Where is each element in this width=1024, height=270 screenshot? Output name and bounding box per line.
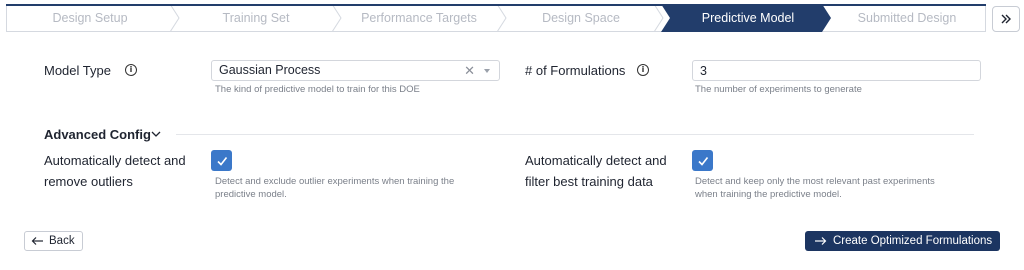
arrow-right-icon bbox=[815, 237, 827, 245]
training-data-checkbox[interactable] bbox=[692, 150, 713, 171]
model-type-help: The kind of predictive model to train fo… bbox=[215, 84, 420, 95]
formulations-info-icon[interactable]: i bbox=[637, 64, 649, 76]
model-type-info-icon[interactable]: i bbox=[125, 64, 137, 76]
progress-stepper: Design Setup Training Set Performance Ta… bbox=[6, 4, 986, 32]
collapse-panel-button[interactable] bbox=[992, 6, 1020, 32]
step-training-set[interactable]: Training Set bbox=[176, 4, 336, 32]
model-type-select[interactable]: Gaussian Process ✕ bbox=[211, 60, 500, 81]
training-label-line1: Automatically detect and bbox=[525, 153, 667, 168]
back-button[interactable]: Back bbox=[24, 231, 83, 251]
advanced-config-toggle[interactable]: Advanced Config bbox=[44, 127, 151, 142]
check-icon bbox=[216, 156, 227, 166]
step-submitted-design[interactable]: Submitted Design bbox=[828, 4, 986, 32]
outliers-help-line2: predictive model. bbox=[215, 189, 287, 200]
outliers-help-line1: Detect and exclude outlier experiments w… bbox=[215, 176, 455, 187]
training-help-line1: Detect and keep only the most relevant p… bbox=[695, 176, 935, 187]
outliers-checkbox[interactable] bbox=[211, 150, 232, 171]
create-button-label: Create Optimized Formulations bbox=[833, 235, 993, 247]
outliers-label-line1: Automatically detect and bbox=[44, 153, 186, 168]
step-design-space[interactable]: Design Space bbox=[503, 4, 659, 32]
chevron-down-icon[interactable] bbox=[484, 69, 490, 73]
create-optimized-formulations-button[interactable]: Create Optimized Formulations bbox=[805, 231, 1000, 251]
step-predictive-model[interactable]: Predictive Model bbox=[668, 4, 828, 32]
step-design-setup[interactable]: Design Setup bbox=[10, 4, 170, 32]
formulations-label: # of Formulations bbox=[525, 63, 626, 78]
check-icon bbox=[697, 156, 708, 166]
formulations-input[interactable] bbox=[692, 60, 981, 81]
training-help-line2: when training the predictive model. bbox=[695, 189, 842, 200]
outliers-label-line2: remove outliers bbox=[44, 174, 133, 189]
model-type-label: Model Type bbox=[44, 63, 111, 78]
back-button-label: Back bbox=[49, 235, 75, 247]
training-label-line2: filter best training data bbox=[525, 174, 653, 189]
clear-icon[interactable]: ✕ bbox=[464, 61, 475, 80]
model-type-value: Gaussian Process bbox=[219, 63, 321, 77]
chevron-down-icon[interactable] bbox=[150, 128, 162, 140]
arrow-left-icon bbox=[31, 237, 43, 245]
step-performance-targets[interactable]: Performance Targets bbox=[338, 4, 500, 32]
formulations-help: The number of experiments to generate bbox=[695, 84, 862, 95]
section-divider bbox=[176, 134, 974, 135]
double-chevron-right-icon bbox=[1001, 14, 1011, 24]
